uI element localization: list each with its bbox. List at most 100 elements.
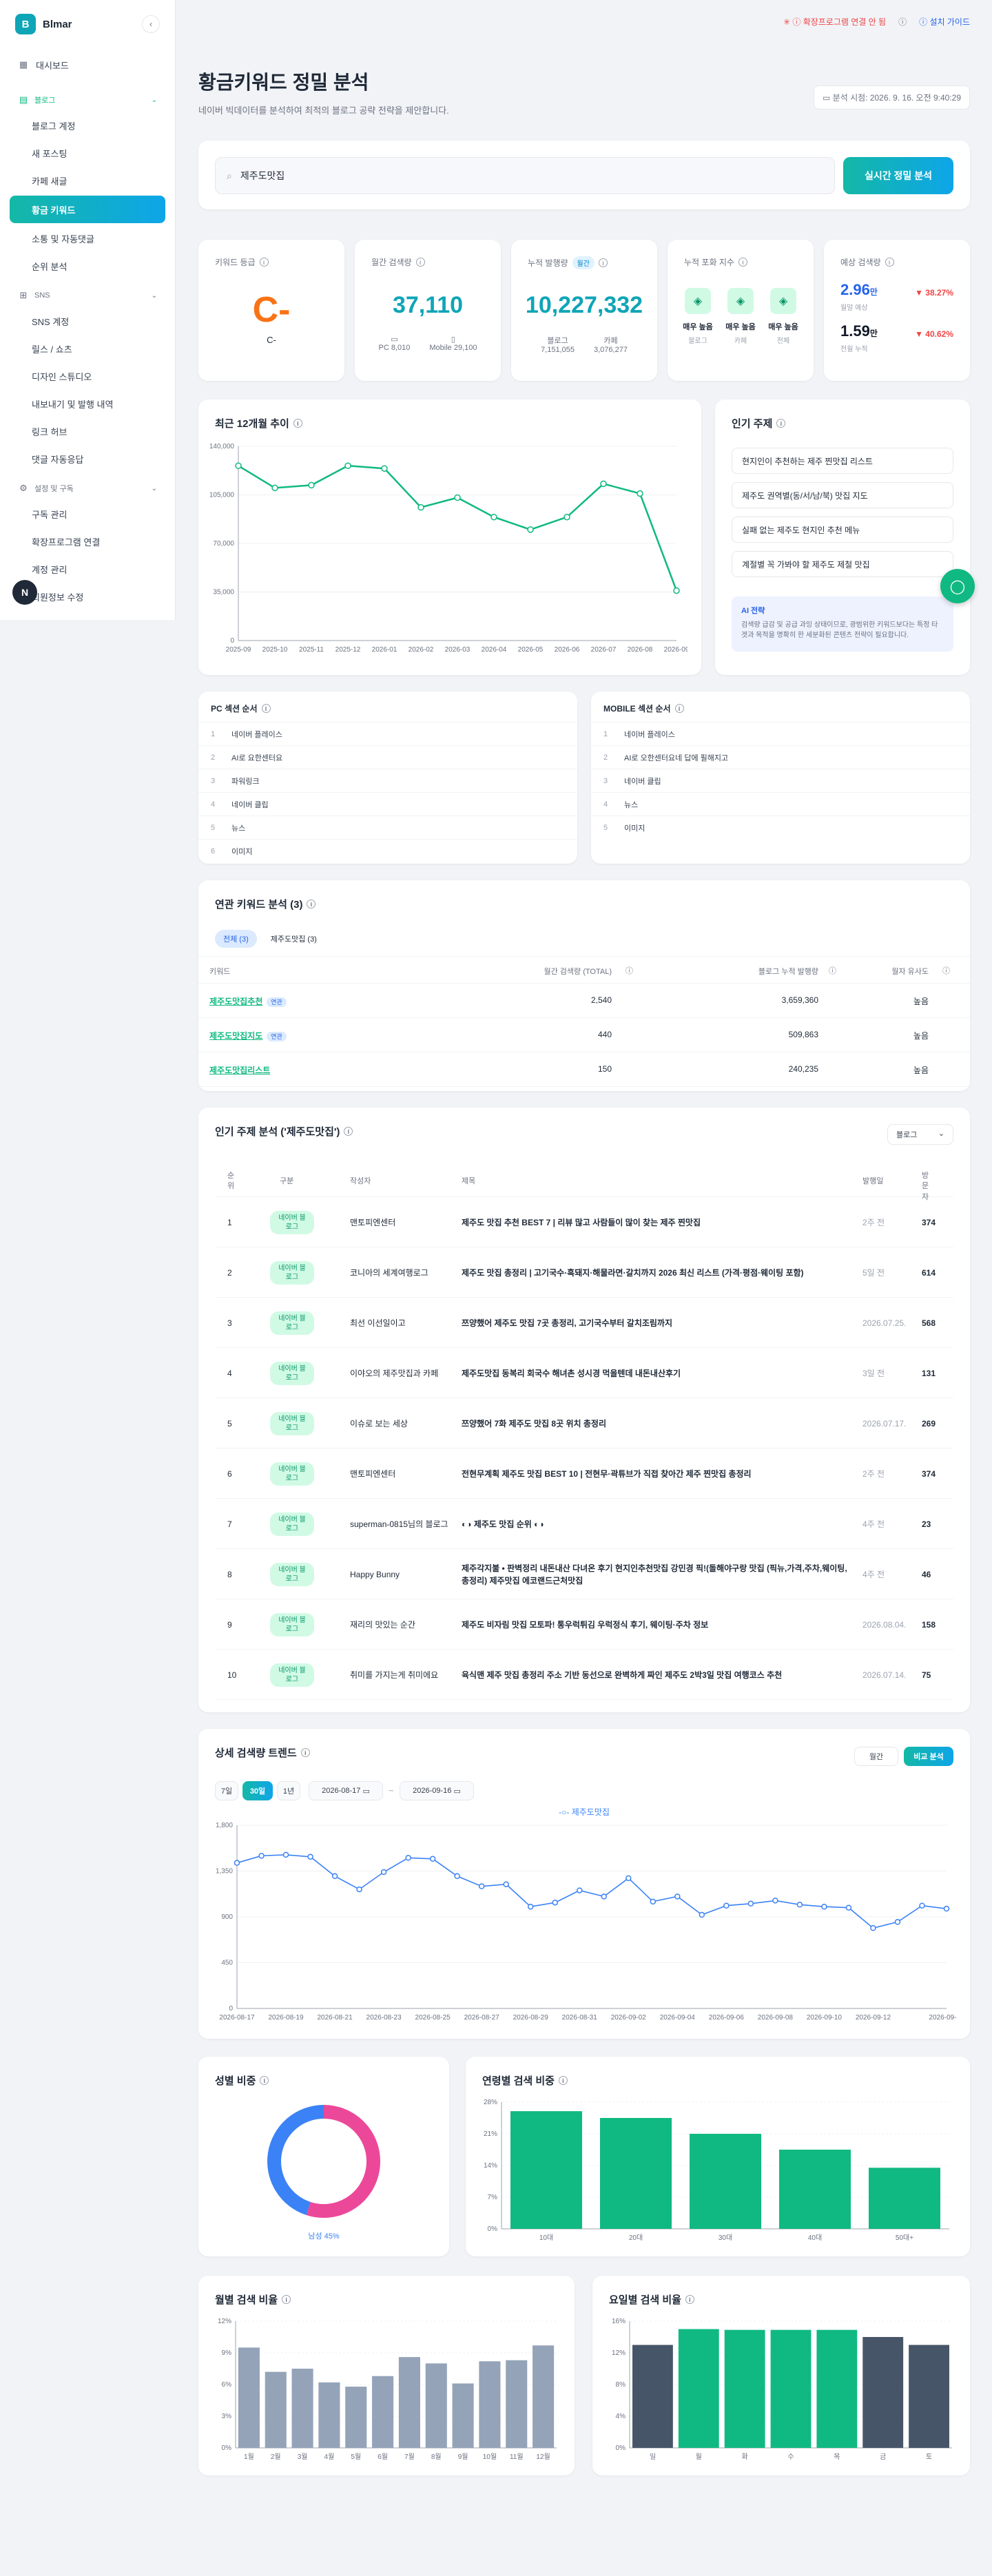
keyword-link[interactable]: 제주도맛집리스트	[209, 1066, 270, 1075]
period-7d[interactable]: 7일	[215, 1781, 238, 1800]
author-cell: 이야오의 제주맛집과 카페	[350, 1368, 439, 1378]
bar	[724, 2329, 765, 2448]
table-row[interactable]: 2 코니아의 세계여행로그 제주도 맛집 총정리 | 고기국수·흑돼지·해물라면·갈…	[215, 1247, 953, 1298]
sidebar-section-settings[interactable]: ⚙ 설정 및 구독 ⌄	[0, 477, 175, 500]
topic-item[interactable]: 제주도 권역별(동/서/남/북) 맛집 지도	[732, 482, 953, 508]
title-cell: 쯔양했어 제주도 맛집 7곳 총정리, 고기국수부터 갈치조림까지	[462, 1318, 673, 1328]
bar	[479, 2361, 501, 2448]
table-row[interactable]: 9 재리의 맛있는 순간 제주도 비자림 맛집 모토파! 통우럭튀김 우럭정식 후기…	[215, 1599, 953, 1650]
period-30d[interactable]: 30일	[242, 1781, 273, 1800]
compare-button[interactable]: 비교 분석	[904, 1747, 953, 1766]
date-from-input[interactable]: 2026-08-17 ▭	[309, 1781, 383, 1800]
info-icon[interactable]: i	[415, 258, 425, 267]
bar	[452, 2383, 474, 2448]
info-icon[interactable]: i	[259, 258, 269, 267]
sidebar-item-golden-keyword[interactable]: 황금 키워드	[10, 196, 165, 223]
posts-title: 인기 주제 분석 ('제주도맛집')	[215, 1126, 340, 1138]
trend12-title-row: 최근 12개월 추이 i	[215, 416, 302, 430]
info-icon[interactable]: i	[344, 1127, 353, 1136]
page-header: 황금키워드 정밀 분석 네이버 빅데이터를 분석하여 최적의 블로그 공략 전략…	[198, 43, 970, 118]
date-to-input[interactable]: 2026-09-16 ▭	[400, 1781, 474, 1800]
sidebar-item-cafe-post[interactable]: 카페 새글	[0, 167, 175, 194]
info-icon[interactable]: i	[293, 419, 302, 428]
info-icon[interactable]: ⓘ	[626, 965, 633, 976]
info-icon[interactable]: i	[261, 704, 271, 713]
sidebar-item-rank-analysis[interactable]: 순위 분석	[0, 252, 175, 280]
extension-warning[interactable]: ✳ ⓘ 확장프로그램 연결 안 됨	[783, 16, 886, 28]
sidebar-item-link-hub[interactable]: 링크 허브	[0, 417, 175, 445]
table-row[interactable]: 6 맨토피엔센터 전현무계획 제주도 맛집 BEST 10 | 전현무·곽튜브가 직…	[215, 1448, 953, 1499]
install-guide-link[interactable]: ⓘ 설치 가이드	[919, 16, 970, 28]
sidebar-item-reels[interactable]: 릴스 / 쇼츠	[0, 335, 175, 362]
x-tick-label: 4월	[324, 2453, 335, 2461]
keyword-link[interactable]: 제주도맛집지도	[209, 1031, 262, 1041]
sidebar-item-auto-comment[interactable]: 소통 및 자동댓글	[0, 225, 175, 252]
granularity-select[interactable]: 월간	[854, 1747, 898, 1766]
info-icon[interactable]: i	[738, 258, 747, 267]
mobile-count: ▯ Mobile 29,100	[429, 335, 477, 352]
sidebar-section-blog[interactable]: ▤ 블로그 ⌄	[0, 88, 175, 112]
keyword-link[interactable]: 제주도맛집추천	[209, 997, 262, 1006]
info-icon[interactable]: i	[558, 2076, 568, 2085]
date-cell: 5일 전	[862, 1267, 885, 1278]
info-icon[interactable]: i	[300, 1748, 310, 1757]
chat-button[interactable]: ◯	[940, 569, 975, 603]
table-row[interactable]: 5 이슈로 보는 세상 쯔양했어 7화 제주도 맛집 8곳 위치 총정리 2026.0…	[215, 1398, 953, 1448]
info-icon[interactable]: i	[885, 258, 894, 267]
search-input[interactable]: ⌕ 제주도맛집	[215, 157, 835, 194]
topic-item[interactable]: 실패 없는 제주도 현지인 추천 메뉴	[732, 517, 953, 543]
info-icon[interactable]: ⓘ	[829, 965, 836, 976]
table-row[interactable]: 3 최선 이선일이고 쯔양했어 제주도 맛집 7곳 총정리, 고기국수부터 갈치조림…	[215, 1298, 953, 1348]
sidebar-item-export-history[interactable]: 내보내기 및 발행 내역	[0, 390, 175, 417]
sidebar-item-extension[interactable]: 확장프로그램 연결	[0, 528, 175, 555]
sidebar-item-auto-reply[interactable]: 댓글 자동응답	[0, 445, 175, 472]
floating-n-button[interactable]: N	[12, 580, 37, 605]
table-row[interactable]: 7 superman-0815님의 블로그 ◐◑ 제주도 맛집 순위 ◐◑ 4주 전 2…	[215, 1499, 953, 1549]
table-row[interactable]: 4 이야오의 제주맛집과 카페 제주도맛집 동복리 회국수 해녀촌 성시경 먹을텐데…	[215, 1348, 953, 1398]
y-tick-label: 16%	[612, 2318, 626, 2325]
trend12-card: 최근 12개월 추이 i 0 35,000 70,000 105,000 140,000 2…	[198, 399, 701, 675]
posts-filter-select[interactable]: 블로그 ⌄	[887, 1124, 953, 1145]
tab-keyword[interactable]: 제주도맛집 (3)	[262, 930, 325, 948]
info-icon[interactable]: i	[260, 2076, 269, 2085]
info-icon[interactable]: i	[282, 2295, 291, 2304]
info-icon[interactable]: i	[685, 2295, 694, 2304]
sidebar-item-design-studio[interactable]: 디자인 스튜디오	[0, 362, 175, 390]
bar	[506, 2360, 528, 2448]
info-icon[interactable]: i	[598, 258, 608, 267]
table-row[interactable]: 1 맨토피엔센터 제주도 맛집 추천 BEST 7 | 리뷰 많고 사람들이 많이 …	[215, 1197, 953, 1247]
sidebar-section-sns[interactable]: ⊞ SNS ⌄	[0, 284, 175, 307]
rank-number: 1	[603, 729, 608, 738]
sidebar-item-account[interactable]: 계정 관리	[0, 555, 175, 583]
rank-label: 이미지	[624, 824, 645, 833]
period-1y[interactable]: 1년	[277, 1781, 300, 1800]
posts-title-row: 인기 주제 분석 ('제주도맛집') i	[215, 1124, 353, 1139]
info-icon[interactable]: ⓘ	[942, 965, 950, 976]
tab-all[interactable]: 전체 (3)	[215, 930, 257, 948]
brand-logo: B	[15, 14, 36, 34]
type-cell: 네이버 블로그	[270, 1298, 339, 1348]
sidebar-item-sns-account[interactable]: SNS 계정	[0, 307, 175, 335]
data-point	[282, 1851, 289, 1858]
cafe-count: 카페 3,076,277	[594, 335, 628, 354]
sidebar-item-dashboard[interactable]: ▦ 대시보드	[0, 51, 175, 79]
sidebar-item-subscription[interactable]: 구독 관리	[0, 500, 175, 528]
topic-item[interactable]: 계절별 꼭 가봐야 할 제주도 제철 맛집	[732, 551, 953, 577]
topic-item[interactable]: 현지인이 추천하는 제주 찐맛집 리스트	[732, 448, 953, 474]
col-author: 작성자	[350, 1177, 371, 1185]
sidebar-item-blog-account[interactable]: 블로그 계정	[0, 112, 175, 139]
info-icon[interactable]: i	[674, 704, 684, 713]
topbar: ✳ ⓘ 확장프로그램 연결 안 됨 ⓘ ⓘ 설치 가이드	[198, 0, 970, 43]
sidebar-item-new-post[interactable]: 새 포스팅	[0, 139, 175, 167]
data-point	[344, 462, 351, 469]
collapse-sidebar-button[interactable]: ‹	[142, 15, 160, 33]
table-row[interactable]: 10 취미를 가지는게 취미에요 육식맨 제주 맛집 총정리 주소 기반 동선으로 …	[215, 1650, 953, 1700]
detail-legend: -○- 제주도맛집	[198, 1806, 970, 1818]
info-icon[interactable]: i	[776, 419, 786, 428]
analyze-button[interactable]: 실시간 정밀 분석	[843, 157, 953, 194]
info-icon[interactable]: i	[307, 900, 316, 908]
y-tick-label: 0%	[616, 2444, 626, 2452]
table-row[interactable]: 8 Happy Bunny 제주각지불 • 판벽정리 내돈내산 다녀온 후기 현지인…	[215, 1549, 953, 1599]
x-tick-label: 9월	[458, 2453, 468, 2461]
posts-table-header: 순위 구분 작성자 제목 발행일 방문자	[215, 1164, 953, 1201]
